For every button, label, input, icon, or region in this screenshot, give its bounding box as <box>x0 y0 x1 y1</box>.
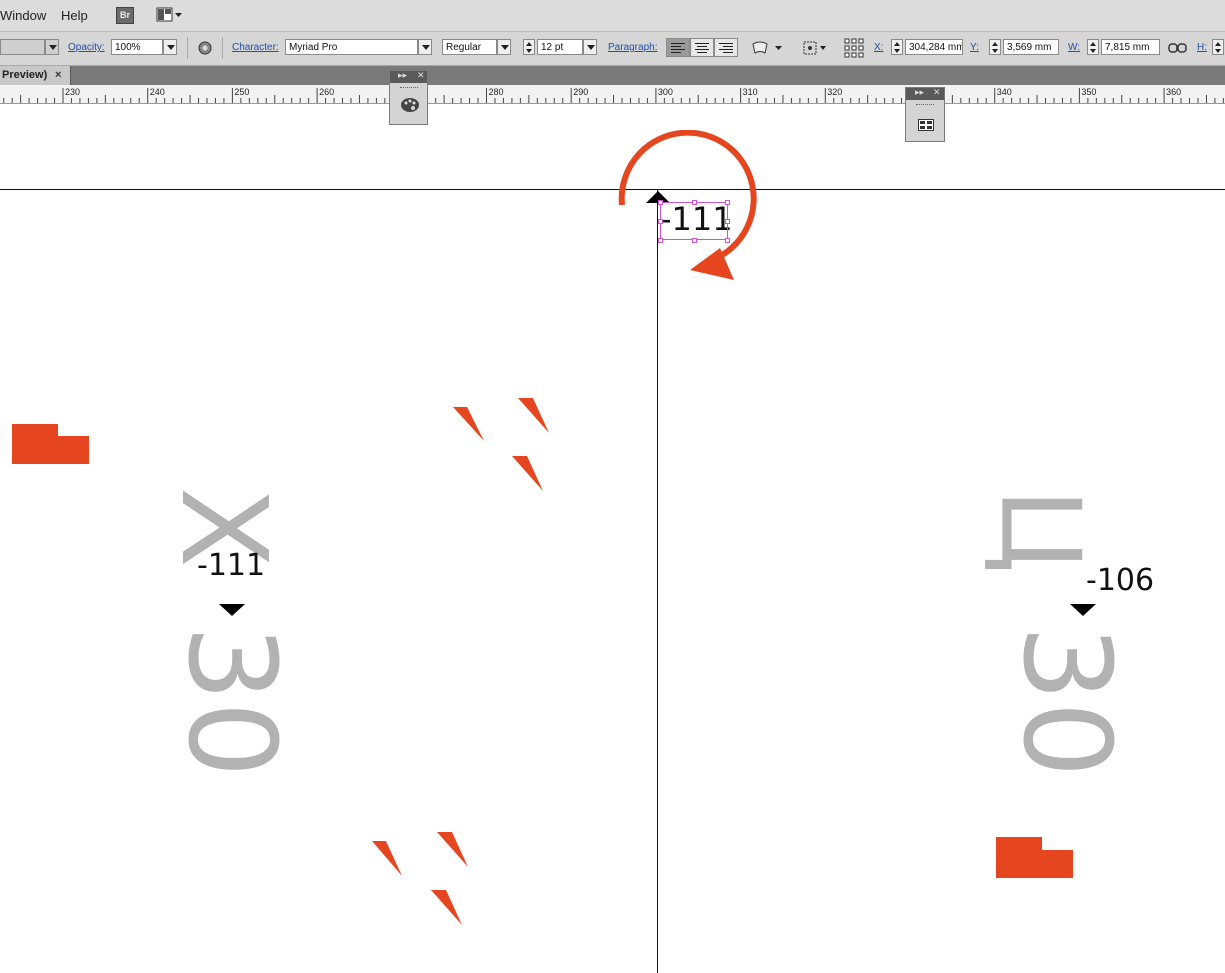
w-spinner[interactable] <box>1087 39 1099 55</box>
opacity-dropdown[interactable] <box>163 39 177 55</box>
menu-help[interactable]: Help <box>61 8 88 23</box>
align-left-button[interactable] <box>666 38 690 57</box>
x-label[interactable]: X: <box>874 42 883 53</box>
w-field[interactable]: 7,815 mm <box>1101 39 1160 55</box>
ruler-label: 300 <box>658 87 673 97</box>
envelope-warp-icon[interactable] <box>751 40 785 56</box>
ruler-label: 290 <box>573 87 588 97</box>
kerning-value-right[interactable]: -106 <box>1086 566 1154 596</box>
link-icon[interactable] <box>1168 41 1188 55</box>
workspace-switcher-button[interactable] <box>156 7 184 23</box>
y-field[interactable]: 3,569 mm <box>1003 39 1059 55</box>
document-tab-bar: Preview) × <box>0 66 1225 85</box>
reference-point-icon[interactable] <box>844 38 864 58</box>
vertical-guide <box>657 190 658 973</box>
ruler-label: 280 <box>489 87 504 97</box>
y-label[interactable]: Y: <box>970 42 979 53</box>
ruler-label: 360 <box>1166 87 1181 97</box>
panel-icon[interactable] <box>918 119 934 131</box>
selection-style-icon[interactable] <box>802 40 828 56</box>
font-family-field[interactable]: Myriad Pro <box>285 39 418 55</box>
kerning-marker-left <box>219 604 245 616</box>
ruler-label: 250 <box>234 87 249 97</box>
layout-mini-panel[interactable]: ▸▸ ✕ <box>905 87 945 142</box>
swatches-mini-panel[interactable]: ▸▸ ✕ <box>389 70 428 125</box>
control-panel: Opacity: 100% Character: Myriad Pro Regu… <box>0 32 1225 66</box>
h-spinner[interactable] <box>1212 39 1224 55</box>
y-spinner[interactable] <box>989 39 1001 55</box>
orange-flag-shape <box>12 424 89 464</box>
ruler-label: 320 <box>827 87 842 97</box>
align-right-button[interactable] <box>714 38 738 57</box>
orange-accent-marks <box>372 832 468 925</box>
font-size-field[interactable]: 12 pt <box>537 39 583 55</box>
stroke-dropdown[interactable] <box>45 39 59 55</box>
document-tab[interactable]: Preview) × <box>0 66 71 85</box>
x-spinner[interactable] <box>891 39 903 55</box>
font-size-dropdown[interactable] <box>583 39 597 55</box>
ruler-label: 240 <box>150 87 165 97</box>
glyph-tse-rotated[interactable]: Ц <box>976 488 1104 573</box>
character-label[interactable]: Character: <box>232 42 279 53</box>
close-icon[interactable]: × <box>55 66 61 85</box>
number-left-rotated[interactable]: 30 <box>161 625 300 778</box>
kerning-marker-right <box>1070 604 1096 616</box>
ruler-label: 340 <box>997 87 1012 97</box>
opacity-field[interactable]: 100% <box>111 39 163 55</box>
h-label[interactable]: H: <box>1197 42 1207 53</box>
font-size-spinner[interactable] <box>523 39 535 55</box>
grip <box>916 104 934 107</box>
ruler-label: 350 <box>1081 87 1096 97</box>
menu-bar: Window Help Br <box>0 0 1225 32</box>
ruler-label: 230 <box>65 87 80 97</box>
menu-window[interactable]: Window <box>0 8 46 23</box>
opacity-label[interactable]: Opacity: <box>68 42 105 53</box>
recolor-icon[interactable] <box>197 40 213 56</box>
document-tab-title: Preview) <box>2 69 48 81</box>
stroke-field[interactable] <box>0 39 45 55</box>
separator <box>222 37 223 59</box>
palette-icon[interactable] <box>400 97 420 113</box>
paragraph-label[interactable]: Paragraph: <box>608 42 657 53</box>
font-family-dropdown[interactable] <box>418 39 432 55</box>
ruler-ticks: 230 240 250 260 280 290 300 310 320 340 350 360 <box>3 87 1224 103</box>
x-field[interactable]: 304,284 mm <box>905 39 963 55</box>
ruler-label: 260 <box>319 87 334 97</box>
horizontal-ruler[interactable]: 230 240 250 260 280 290 300 310 320 340 350 360 <box>0 85 1225 104</box>
orange-accent-marks <box>453 398 549 491</box>
grip <box>400 87 418 90</box>
layout-icon <box>156 7 182 22</box>
align-center-button[interactable] <box>690 38 714 57</box>
number-right-rotated[interactable]: 30 <box>996 625 1135 778</box>
kerning-value-left[interactable]: -111 <box>197 551 265 581</box>
orange-flag-shape <box>996 837 1073 878</box>
font-style-dropdown[interactable] <box>497 39 511 55</box>
font-style-field[interactable]: Regular <box>442 39 497 55</box>
ruler-label: 310 <box>743 87 758 97</box>
separator <box>187 37 188 59</box>
bridge-button[interactable]: Br <box>116 7 134 24</box>
w-label[interactable]: W: <box>1068 42 1080 53</box>
rotate-arrow-icon <box>618 130 757 280</box>
